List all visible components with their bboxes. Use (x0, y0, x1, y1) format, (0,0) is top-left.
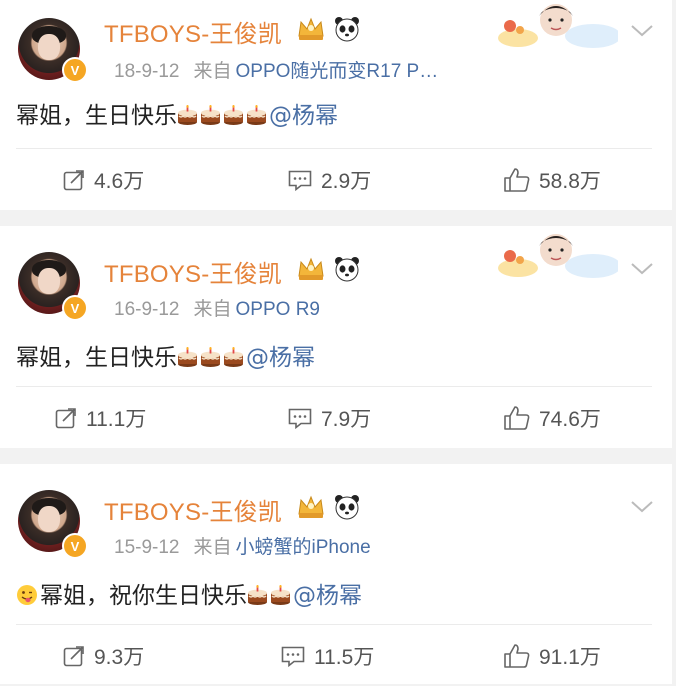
repost-icon (63, 170, 84, 191)
mention-link[interactable]: @杨幂 (246, 345, 315, 371)
cake-emoji-group (177, 103, 269, 129)
cake-emoji-group (177, 345, 246, 371)
post-text: 幂姐，生日快乐 @杨幂 (16, 96, 338, 130)
post-date: 16-9-12 (114, 299, 180, 320)
panda-icon (335, 495, 359, 520)
post-date: 18-9-12 (114, 61, 180, 82)
action-bar: 11.1万 7.9万 74.6万 (0, 388, 672, 448)
like-count: 91.1万 (539, 646, 601, 669)
divider (16, 386, 652, 387)
from-label: 来自 (193, 537, 232, 558)
post-source-link[interactable]: OPPO R9 (236, 299, 320, 320)
repost-count: 11.1万 (86, 408, 147, 431)
comment-button[interactable]: 7.9万 (287, 388, 371, 448)
verified-v-icon: V (62, 533, 88, 559)
comment-count: 7.9万 (321, 408, 372, 431)
repost-button[interactable]: 9.3万 (62, 626, 144, 686)
post-text: 幂姐，生日快乐 @杨幂 (16, 338, 315, 372)
post-meta: 15-9-12 来自 小螃蟹的iPhone (114, 532, 371, 559)
post-card[interactable]: V TFBOYS-王俊凯 16-9-12 来自 OPPO R9 幂姐，生日快乐 … (0, 226, 672, 448)
like-icon (504, 644, 530, 668)
card-decoration-image (498, 234, 618, 278)
username[interactable]: TFBOYS-王俊凯 (104, 254, 282, 289)
like-button[interactable]: 58.8万 (503, 150, 601, 210)
cake-emoji (271, 585, 290, 605)
chevron-down-icon[interactable] (628, 496, 656, 516)
crown-icon[interactable] (296, 256, 326, 282)
verified-v-icon: V (62, 295, 88, 321)
cake-emoji (224, 347, 243, 367)
repost-count: 9.3万 (94, 646, 145, 669)
post-text: 幂姐，祝你生日快乐 @杨幂 (16, 576, 362, 610)
from-label: 来自 (193, 61, 232, 82)
like-count: 58.8万 (539, 170, 601, 193)
repost-count: 4.6万 (94, 170, 145, 193)
post-meta: 18-9-12 来自 OPPO随光而变R17 P… (114, 56, 438, 83)
post-card[interactable]: V TFBOYS-王俊凯 18-9-12 来自 OPPO随光而变R17 P… 幂… (0, 0, 672, 210)
post-card[interactable]: V TFBOYS-王俊凯 15-9-12 来自 小螃蟹的iPhone 幂姐，祝你生日… (0, 464, 672, 684)
comment-button[interactable]: 11.5万 (280, 626, 374, 686)
divider (16, 148, 652, 149)
card-decoration-image (498, 4, 618, 48)
mention-link[interactable]: @杨幂 (269, 103, 338, 129)
post-text-main: 幂姐，祝你生日快乐 (40, 583, 247, 609)
tongue-face-emoji (17, 585, 37, 605)
chevron-down-icon[interactable] (628, 258, 656, 278)
like-button[interactable]: 91.1万 (503, 626, 601, 686)
username[interactable]: TFBOYS-王俊凯 (104, 492, 282, 527)
repost-icon (63, 646, 84, 667)
action-bar: 9.3万 11.5万 91.1万 (0, 626, 672, 686)
like-button[interactable]: 74.6万 (503, 388, 601, 448)
post-date: 15-9-12 (114, 537, 180, 558)
repost-button[interactable]: 4.6万 (62, 150, 144, 210)
weibo-feed: V TFBOYS-王俊凯 18-9-12 来自 OPPO随光而变R17 P… 幂… (0, 0, 676, 684)
comment-button[interactable]: 2.9万 (287, 150, 371, 210)
comment-icon (281, 646, 305, 668)
cake-emoji (201, 105, 220, 125)
from-label: 来自 (193, 299, 232, 320)
divider (16, 624, 652, 625)
mention-link[interactable]: @杨幂 (293, 583, 362, 609)
cake-emoji (248, 585, 267, 605)
action-bar: 4.6万 2.9万 58.8万 (0, 150, 672, 210)
chevron-down-icon[interactable] (628, 20, 656, 40)
comment-icon (288, 408, 312, 430)
like-icon (504, 168, 530, 192)
post-source-link[interactable]: 小螃蟹的iPhone (236, 537, 371, 558)
panda-icon (335, 17, 359, 42)
post-text-main: 幂姐，生日快乐 (16, 345, 177, 371)
crown-icon[interactable] (296, 494, 326, 520)
cake-emoji (178, 105, 197, 125)
repost-button[interactable]: 11.1万 (54, 388, 146, 448)
panda-icon (335, 257, 359, 282)
post-text-main: 幂姐，生日快乐 (16, 103, 177, 129)
cake-emoji-group (247, 583, 293, 609)
cake-emoji (178, 347, 197, 367)
verified-v-icon: V (62, 57, 88, 83)
cake-emoji (224, 105, 243, 125)
comment-icon (288, 170, 312, 192)
comment-count: 2.9万 (321, 170, 372, 193)
username[interactable]: TFBOYS-王俊凯 (104, 14, 282, 49)
cake-emoji (201, 347, 220, 367)
post-meta: 16-9-12 来自 OPPO R9 (114, 294, 320, 321)
like-count: 74.6万 (539, 408, 601, 431)
repost-icon (55, 408, 76, 429)
post-source-link[interactable]: OPPO随光而变R17 P… (236, 61, 439, 82)
crown-icon[interactable] (296, 16, 326, 42)
cake-emoji (247, 105, 266, 125)
like-icon (504, 406, 530, 430)
comment-count: 11.5万 (314, 646, 375, 669)
